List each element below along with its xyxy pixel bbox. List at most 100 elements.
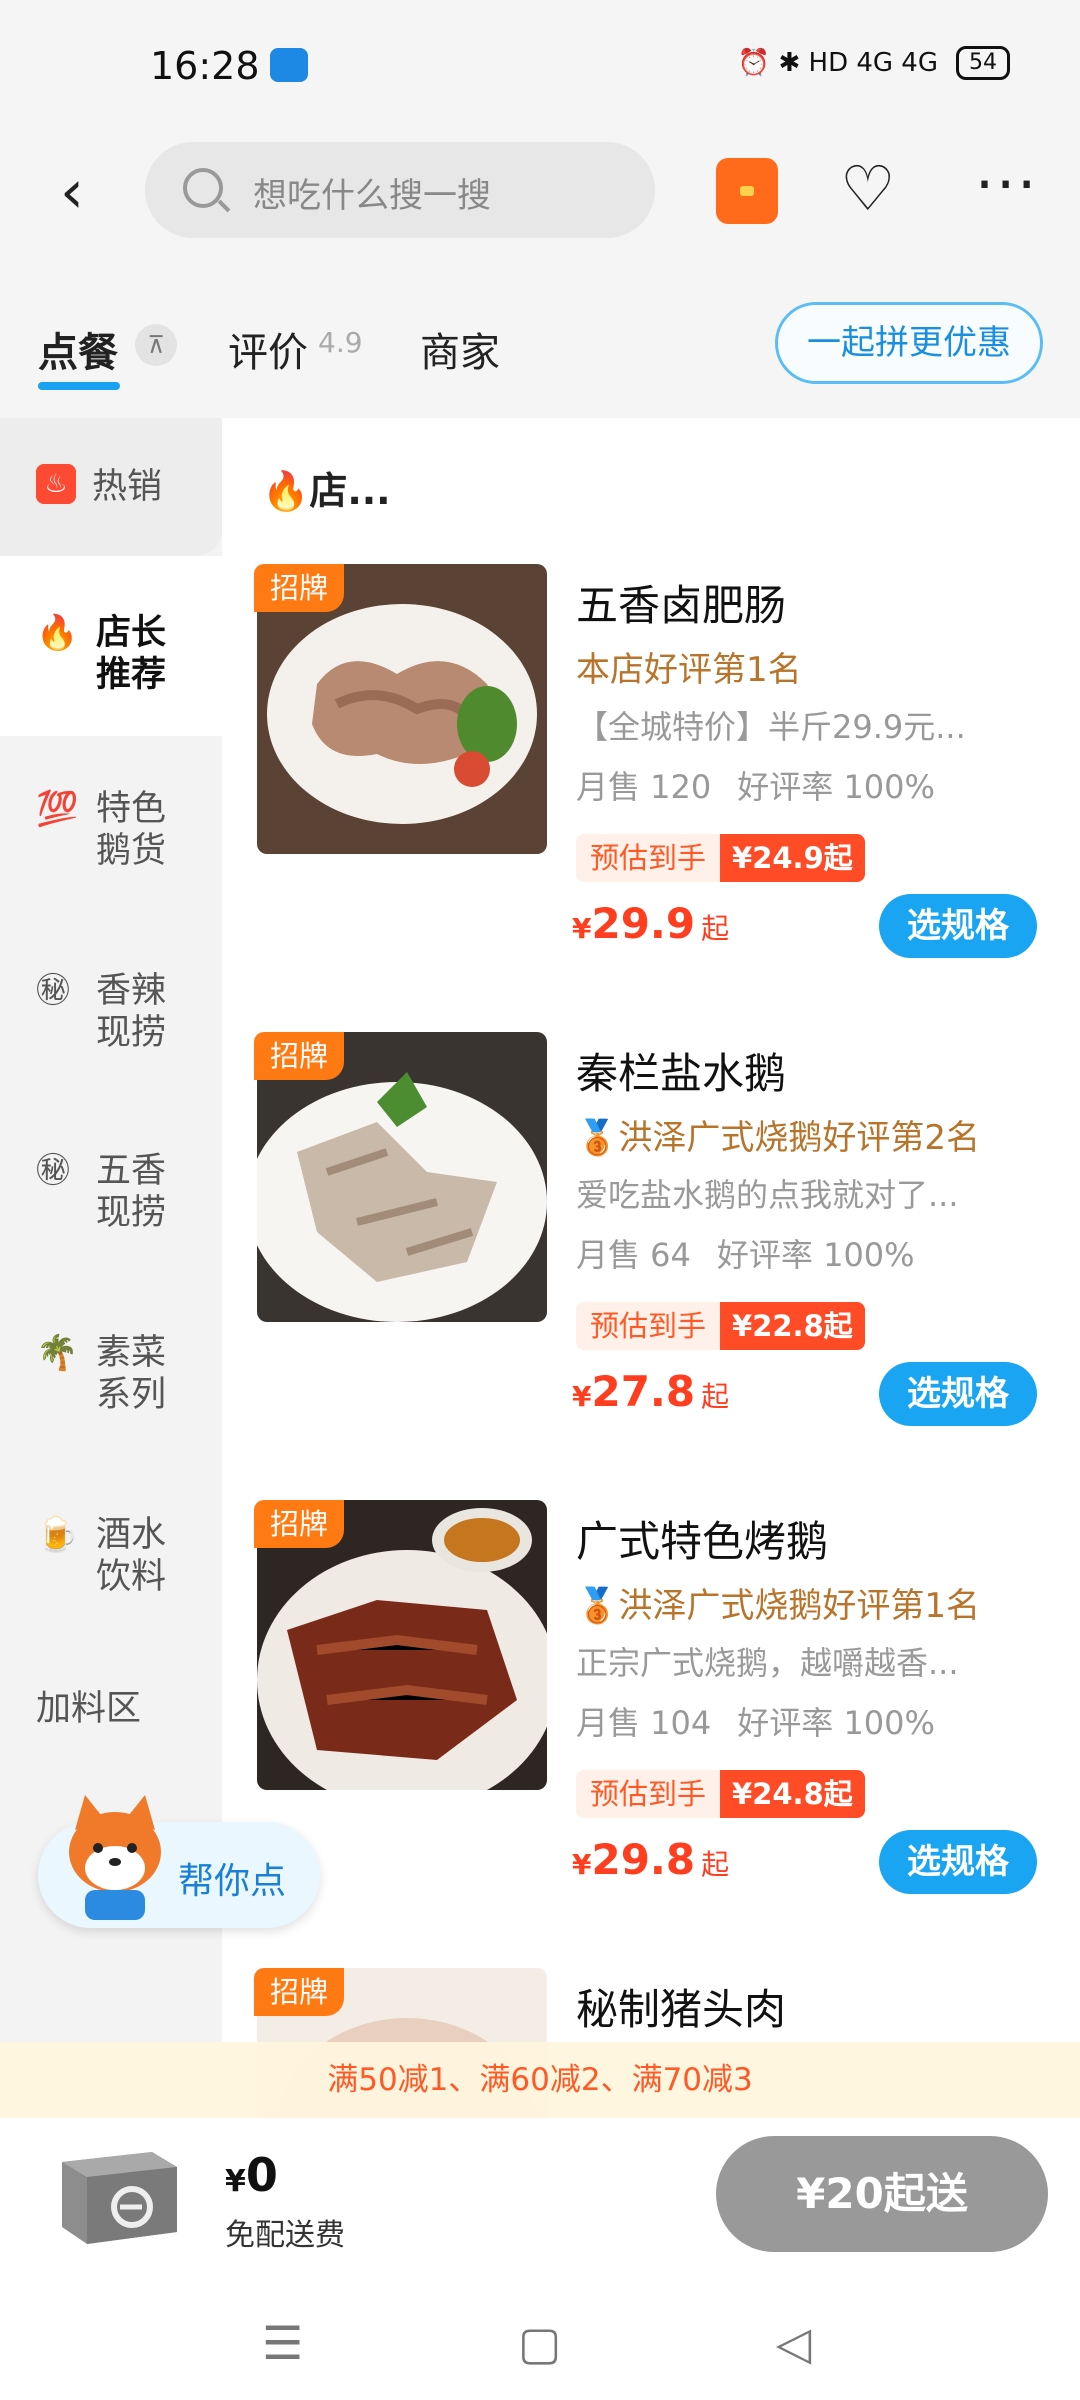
sidebar-item-addons[interactable]: 加料区 [0, 1688, 222, 1748]
product-desc: 爱吃盐水鹅的点我就对了... [576, 1176, 959, 1214]
signature-badge: 招牌 [254, 1032, 344, 1080]
sidebar-item-label: 现捞 [95, 1013, 166, 1053]
currency-symbol: ¥ [572, 1848, 592, 1881]
sidebar-item-vegetables[interactable]: 🌴 素菜 系列 [0, 1322, 222, 1432]
tab-reviews[interactable]: 评价 [228, 320, 308, 378]
red-packet-icon[interactable] [716, 158, 778, 224]
palm-tree-icon: 🌴 [36, 1333, 79, 1373]
flame-icon: ♨ [36, 464, 76, 504]
positive-rate: 好评率 100% [737, 1704, 935, 1742]
sidebar-item-hot[interactable]: ♨ 热销 [0, 418, 222, 556]
secret-icon: ㊙ [36, 971, 70, 1011]
price-suffix: 起 [701, 912, 730, 945]
product-rank: 🥉洪泽广式烧鹅好评第2名 [576, 1118, 980, 1158]
cart-box-icon[interactable] [52, 2132, 182, 2252]
product-sales: 月售 64 好评率 100% [576, 1230, 915, 1276]
cart-amount: 0 [245, 2148, 278, 2202]
currency-symbol: ¥ [572, 1380, 592, 1413]
top-nav: ‹ 想吃什么搜一搜 ♡ ··· [0, 130, 1080, 260]
sidebar-item-label: 素菜 [95, 1333, 166, 1373]
cart-bar: ¥0 免配送费 ¥20起送 [0, 2118, 1080, 2290]
monthly-sales: 月售 64 [576, 1236, 691, 1274]
back-button[interactable]: ‹ [60, 162, 110, 222]
sidebar-item-label: 加料区 [36, 1689, 142, 1729]
sidebar-item-spicy[interactable]: ㊙ 香辣 现捞 [0, 960, 222, 1070]
estimated-label: 预估到手 [576, 834, 721, 882]
tab-active-indicator [38, 382, 120, 390]
status-indicators: ⏰ ✱ HD 4G 4G [737, 48, 938, 78]
product-card[interactable]: 招牌 秦栏盐水鹅 🥉洪泽广式烧鹅好评第2名 爱吃盐水鹅的点我就对了... 月售 … [222, 1032, 1080, 1492]
sidebar-item-drinks[interactable]: 🍺 酒水 饮料 [0, 1504, 222, 1614]
status-bar: 16:28 ⏰ ✱ HD 4G 4G 54 [0, 0, 1080, 130]
discount-promo-bar: 满50减1、满60减2、满70减3 [0, 2042, 1080, 2118]
sidebar-item-label: 香辣 [95, 971, 166, 1011]
help-order-button[interactable]: 帮你点 [38, 1795, 320, 1928]
tab-order[interactable]: 点餐 [38, 320, 118, 378]
search-icon [183, 168, 223, 208]
sidebar-item-label: 店长 [95, 613, 166, 653]
delivery-fee: 免配送费 [225, 2218, 345, 2253]
select-spec-button[interactable]: 选规格 [879, 894, 1037, 958]
select-spec-button[interactable]: 选规格 [879, 1830, 1037, 1894]
hundred-points-icon: 💯 [36, 789, 79, 829]
price-suffix: 起 [701, 1380, 730, 1413]
product-price: ¥27.8 起 [572, 1367, 729, 1416]
sidebar-item-manager-recommend[interactable]: 🔥 店长 推荐 [0, 556, 222, 736]
estimated-price: ¥24.8起 [720, 1770, 865, 1818]
positive-rate: 好评率 100% [716, 1236, 915, 1274]
product-sales: 月售 120 好评率 100% [576, 762, 935, 808]
price-value: 29.9 [591, 899, 696, 948]
product-rank: 🥉洪泽广式烧鹅好评第1名 [576, 1586, 980, 1626]
status-icons: ⏰ ✱ HD 4G 4G 54 [738, 46, 1010, 80]
estimated-price-tag: 预估到手 ¥24.9起 [576, 834, 865, 882]
sidebar-item-label: 酒水 [95, 1515, 166, 1555]
product-desc: 正宗广式烧鹅，越嚼越香... [576, 1644, 959, 1682]
sidebar-item-label: 五香 [95, 1151, 166, 1191]
more-options-icon[interactable]: ··· [975, 150, 1038, 220]
sidebar-item-label: 系列 [95, 1375, 166, 1415]
beer-icon: 🍺 [36, 1515, 79, 1555]
battery-icon: 54 [956, 46, 1010, 80]
estimated-price-tag: 预估到手 ¥22.8起 [576, 1302, 865, 1350]
currency-symbol: ¥ [572, 912, 592, 945]
rating-score: 4.9 [318, 326, 363, 359]
tab-merchant[interactable]: 商家 [420, 320, 500, 378]
positive-rate: 好评率 100% [737, 768, 935, 806]
select-spec-button[interactable]: 选规格 [879, 1362, 1037, 1426]
secret-icon: ㊙ [36, 1151, 70, 1191]
estimated-price: ¥22.8起 [720, 1302, 865, 1350]
product-name: 广式特色烤鹅 [576, 1517, 829, 1566]
monthly-sales: 月售 120 [576, 768, 712, 806]
product-name: 秦栏盐水鹅 [576, 1049, 787, 1098]
pin-top-icon[interactable]: ⊼ [135, 324, 177, 366]
estimated-label: 预估到手 [576, 1302, 721, 1350]
product-price: ¥29.9 起 [572, 899, 729, 948]
signature-badge: 招牌 [254, 1968, 344, 2016]
checkout-button[interactable]: ¥20起送 [716, 2136, 1048, 2252]
monthly-sales: 月售 104 [576, 1704, 712, 1742]
product-desc: 【全城特价】半斤29.9元... [576, 708, 966, 746]
help-order-label: 帮你点 [178, 1861, 287, 1902]
sidebar-item-label: 特色 [95, 789, 166, 829]
product-card[interactable]: 招牌 五香卤肥肠 本店好评第1名 【全城特价】半斤29.9元... 月售 120… [222, 564, 1080, 1024]
sidebar-item-label: 鹅货 [95, 831, 166, 871]
favorite-heart-icon[interactable]: ♡ [840, 156, 896, 222]
tab-bar: 点餐 ⊼ 评价 4.9 商家 一起拼更优惠 [0, 260, 1080, 420]
home-square-icon[interactable]: ▢ [518, 2316, 561, 2370]
signature-badge: 招牌 [254, 564, 344, 612]
estimated-label: 预估到手 [576, 1770, 721, 1818]
fire-emoji-icon: 🔥 [36, 613, 79, 653]
back-triangle-icon[interactable]: ◁ [776, 2316, 811, 2370]
section-title: 🔥店... [262, 469, 391, 513]
estimated-price-tag: 预估到手 ¥24.8起 [576, 1770, 865, 1818]
signature-badge: 招牌 [254, 1500, 344, 1548]
product-card[interactable]: 招牌 广式特色烤鹅 🥉洪泽广式烧鹅好评第1名 正宗广式烧鹅，越嚼越香... 月售… [222, 1500, 1080, 1960]
menu-icon[interactable]: ☰ [262, 2316, 303, 2370]
search-input[interactable]: 想吃什么搜一搜 [145, 142, 655, 238]
group-order-button[interactable]: 一起拼更优惠 [775, 302, 1043, 384]
product-sales: 月售 104 好评率 100% [576, 1698, 935, 1744]
status-time: 16:28 [150, 44, 260, 88]
price-value: 27.8 [591, 1367, 696, 1416]
sidebar-item-five-spice[interactable]: ㊙ 五香 现捞 [0, 1140, 222, 1250]
sidebar-item-goose[interactable]: 💯 特色 鹅货 [0, 778, 222, 888]
